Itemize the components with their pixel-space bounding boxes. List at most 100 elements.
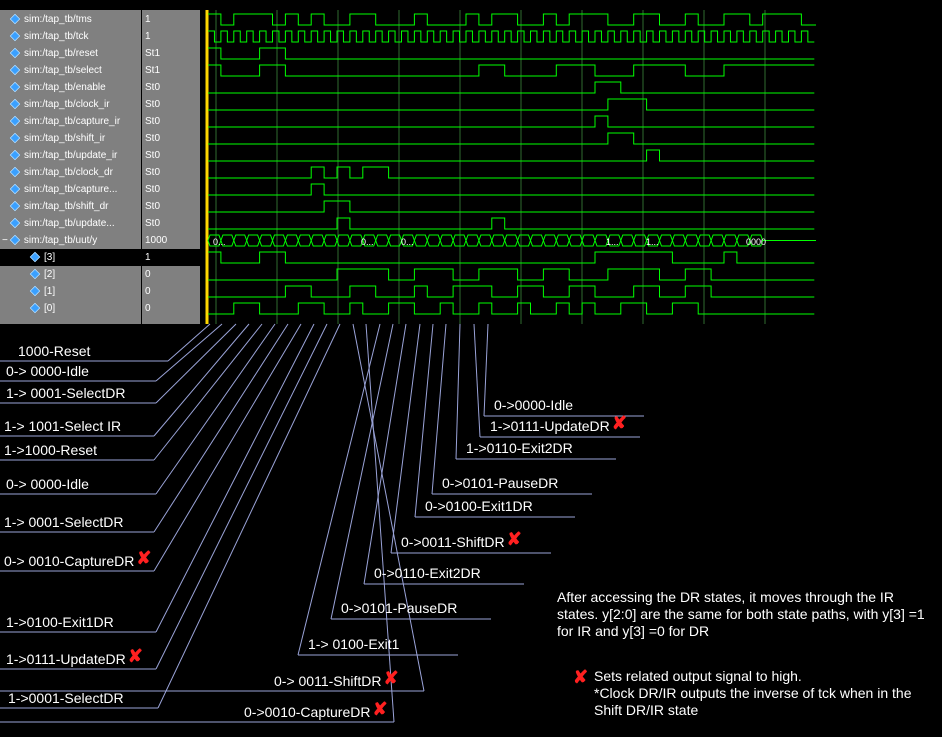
waveform-trace	[208, 132, 815, 145]
signal-row[interactable]: sim:/tap_tb/clock_ir	[0, 96, 151, 113]
signal-diamond-icon	[29, 252, 41, 263]
state-annotation: 0->0101-PauseDR	[341, 600, 458, 616]
signal-diamond-icon	[9, 48, 21, 59]
signal-row[interactable]: sim:/tap_tb/update...	[0, 215, 151, 232]
annotation-leader-line	[153, 323, 289, 533]
waveform-trace	[208, 217, 815, 230]
bus-value-label: 0000	[746, 237, 766, 247]
signal-diamond-icon	[9, 218, 21, 229]
waveform-trace	[208, 166, 815, 179]
annotation-leader-line	[155, 323, 223, 382]
waveform-trace	[208, 64, 815, 77]
waveform-trace	[208, 251, 815, 264]
legend-text: Sets related output signal to high. *Clo…	[594, 668, 912, 718]
bus-segment	[697, 234, 712, 247]
annotation-leader-line	[155, 323, 276, 495]
signal-row[interactable]: sim:/tap_tb/update_ir	[0, 147, 151, 164]
signal-row[interactable]: sim:/tap_tb/enable	[0, 79, 151, 96]
annotation-leader-line	[155, 323, 328, 670]
signal-name: [3]	[44, 252, 56, 263]
annotation-leader-line	[297, 323, 381, 656]
signal-name: sim:/tap_tb/update...	[24, 218, 115, 229]
signal-value: St1	[145, 65, 161, 76]
annotation-leader-line	[155, 323, 237, 404]
annotation-leader-line	[153, 323, 250, 437]
bus-segment	[491, 234, 506, 247]
state-annotation: 0-> 0000-Idle	[6, 476, 89, 492]
signal-name: sim:/tap_tb/shift_dr	[24, 201, 109, 212]
bus-segment	[388, 234, 403, 247]
waveform-trace	[208, 268, 815, 281]
state-annotation: 0->0110-Exit2DR	[374, 565, 481, 581]
bus-segment	[323, 234, 338, 247]
signal-row[interactable]: sim:/tap_tb/shift_ir	[0, 130, 151, 147]
signal-diamond-icon	[9, 235, 21, 246]
signal-diamond-icon	[9, 65, 21, 76]
signal-name: sim:/tap_tb/tck	[24, 31, 89, 42]
bus-segment	[465, 234, 480, 247]
signal-row[interactable]: sim:/tap_tb/shift_dr	[0, 198, 151, 215]
signal-diamond-icon	[9, 201, 21, 212]
state-annotation: 0->0000-Idle	[494, 397, 574, 413]
annotation-leader-line	[363, 323, 407, 585]
signal-diamond-icon	[29, 286, 41, 297]
annotation-leader-line	[155, 323, 315, 633]
signal-name: sim:/tap_tb/select	[24, 65, 102, 76]
bus-segment	[233, 234, 248, 247]
state-annotation: 0-> 0010-CaptureDR	[4, 553, 135, 569]
signal-row[interactable]: sim:/tap_tb/capture_ir	[0, 113, 151, 130]
bus-value-label: 1...	[646, 237, 659, 247]
signal-name: sim:/tap_tb/tms	[24, 14, 92, 25]
signal-row[interactable]: sim:/tap_tb/select	[0, 62, 151, 79]
state-annotation: 0-> 0011-ShiftDR	[274, 673, 382, 689]
signal-value-pane[interactable]: 1 1 St1 St1 St0 St0 St0 St0 St0 St0 St0 St0 St0 1000 1…	[142, 10, 200, 324]
signal-diamond-icon	[9, 31, 21, 42]
x-mark-icon: ✘	[573, 667, 589, 687]
signal-value: 1	[142, 249, 200, 266]
signal-row[interactable]: − sim:/tap_tb/uut/y	[0, 232, 151, 249]
signal-name: sim:/tap_tb/update_ir	[24, 150, 118, 161]
signal-name-pane[interactable]: sim:/tap_tb/tms sim:/tap_tb/tck sim:/tap_t…	[0, 10, 171, 324]
signal-diamond-icon	[9, 116, 21, 127]
waveform-pane[interactable]: 0... 0... 0... 1... 1... 0000	[201, 10, 816, 324]
bus-segment	[271, 234, 286, 247]
bus-segment	[426, 234, 441, 247]
bus-segment	[504, 234, 519, 247]
bus-segment	[723, 234, 738, 247]
state-annotation: 0->0101-PauseDR	[442, 475, 559, 491]
signal-diamond-icon	[9, 82, 21, 93]
signal-name: sim:/tap_tb/reset	[24, 48, 98, 59]
waveform-trace	[208, 98, 815, 111]
annotation-leader-line	[365, 323, 395, 723]
signal-row[interactable]: sim:/tap_tb/capture...	[0, 181, 151, 198]
state-annotation: 1000-Reset	[18, 343, 91, 359]
signal-value: St0	[145, 150, 161, 161]
x-mark-icon: ✘	[372, 699, 388, 719]
annotation-leader-line	[330, 323, 394, 620]
signal-row[interactable]: sim:/tap_tb/tck	[0, 28, 151, 45]
bus-value-label: 0...	[213, 237, 226, 247]
bus-segment	[336, 234, 351, 247]
signal-row[interactable]: sim:/tap_tb/clock_dr	[0, 164, 151, 181]
signal-diamond-icon	[9, 133, 21, 144]
collapse-icon[interactable]: −	[2, 235, 8, 246]
signal-name: sim:/tap_tb/clock_dr	[24, 167, 113, 178]
x-mark-icon: ✘	[611, 413, 627, 433]
signal-row[interactable]: sim:/tap_tb/reset	[0, 45, 151, 62]
bus-segment	[671, 234, 686, 247]
signal-name: [2]	[44, 269, 56, 280]
state-annotation: 1->0110-Exit2DR	[466, 440, 573, 456]
state-annotation: 1->0111-UpdateDR	[490, 418, 610, 434]
bus-segment	[568, 234, 583, 247]
signal-name: sim:/tap_tb/enable	[24, 82, 106, 93]
state-annotation: 0->0011-ShiftDR	[401, 534, 505, 550]
bus-segment	[413, 234, 428, 247]
signal-value: St0	[145, 184, 161, 195]
x-mark-icon: ✘	[383, 668, 399, 688]
bus-segment	[375, 234, 390, 247]
waveform-trace	[208, 13, 816, 26]
signal-row[interactable]: sim:/tap_tb/tms	[0, 11, 151, 28]
signal-value: 0	[145, 269, 151, 280]
explanation-note: After accessing the DR states, it moves …	[557, 589, 925, 639]
annotation-leader-line	[483, 323, 489, 417]
